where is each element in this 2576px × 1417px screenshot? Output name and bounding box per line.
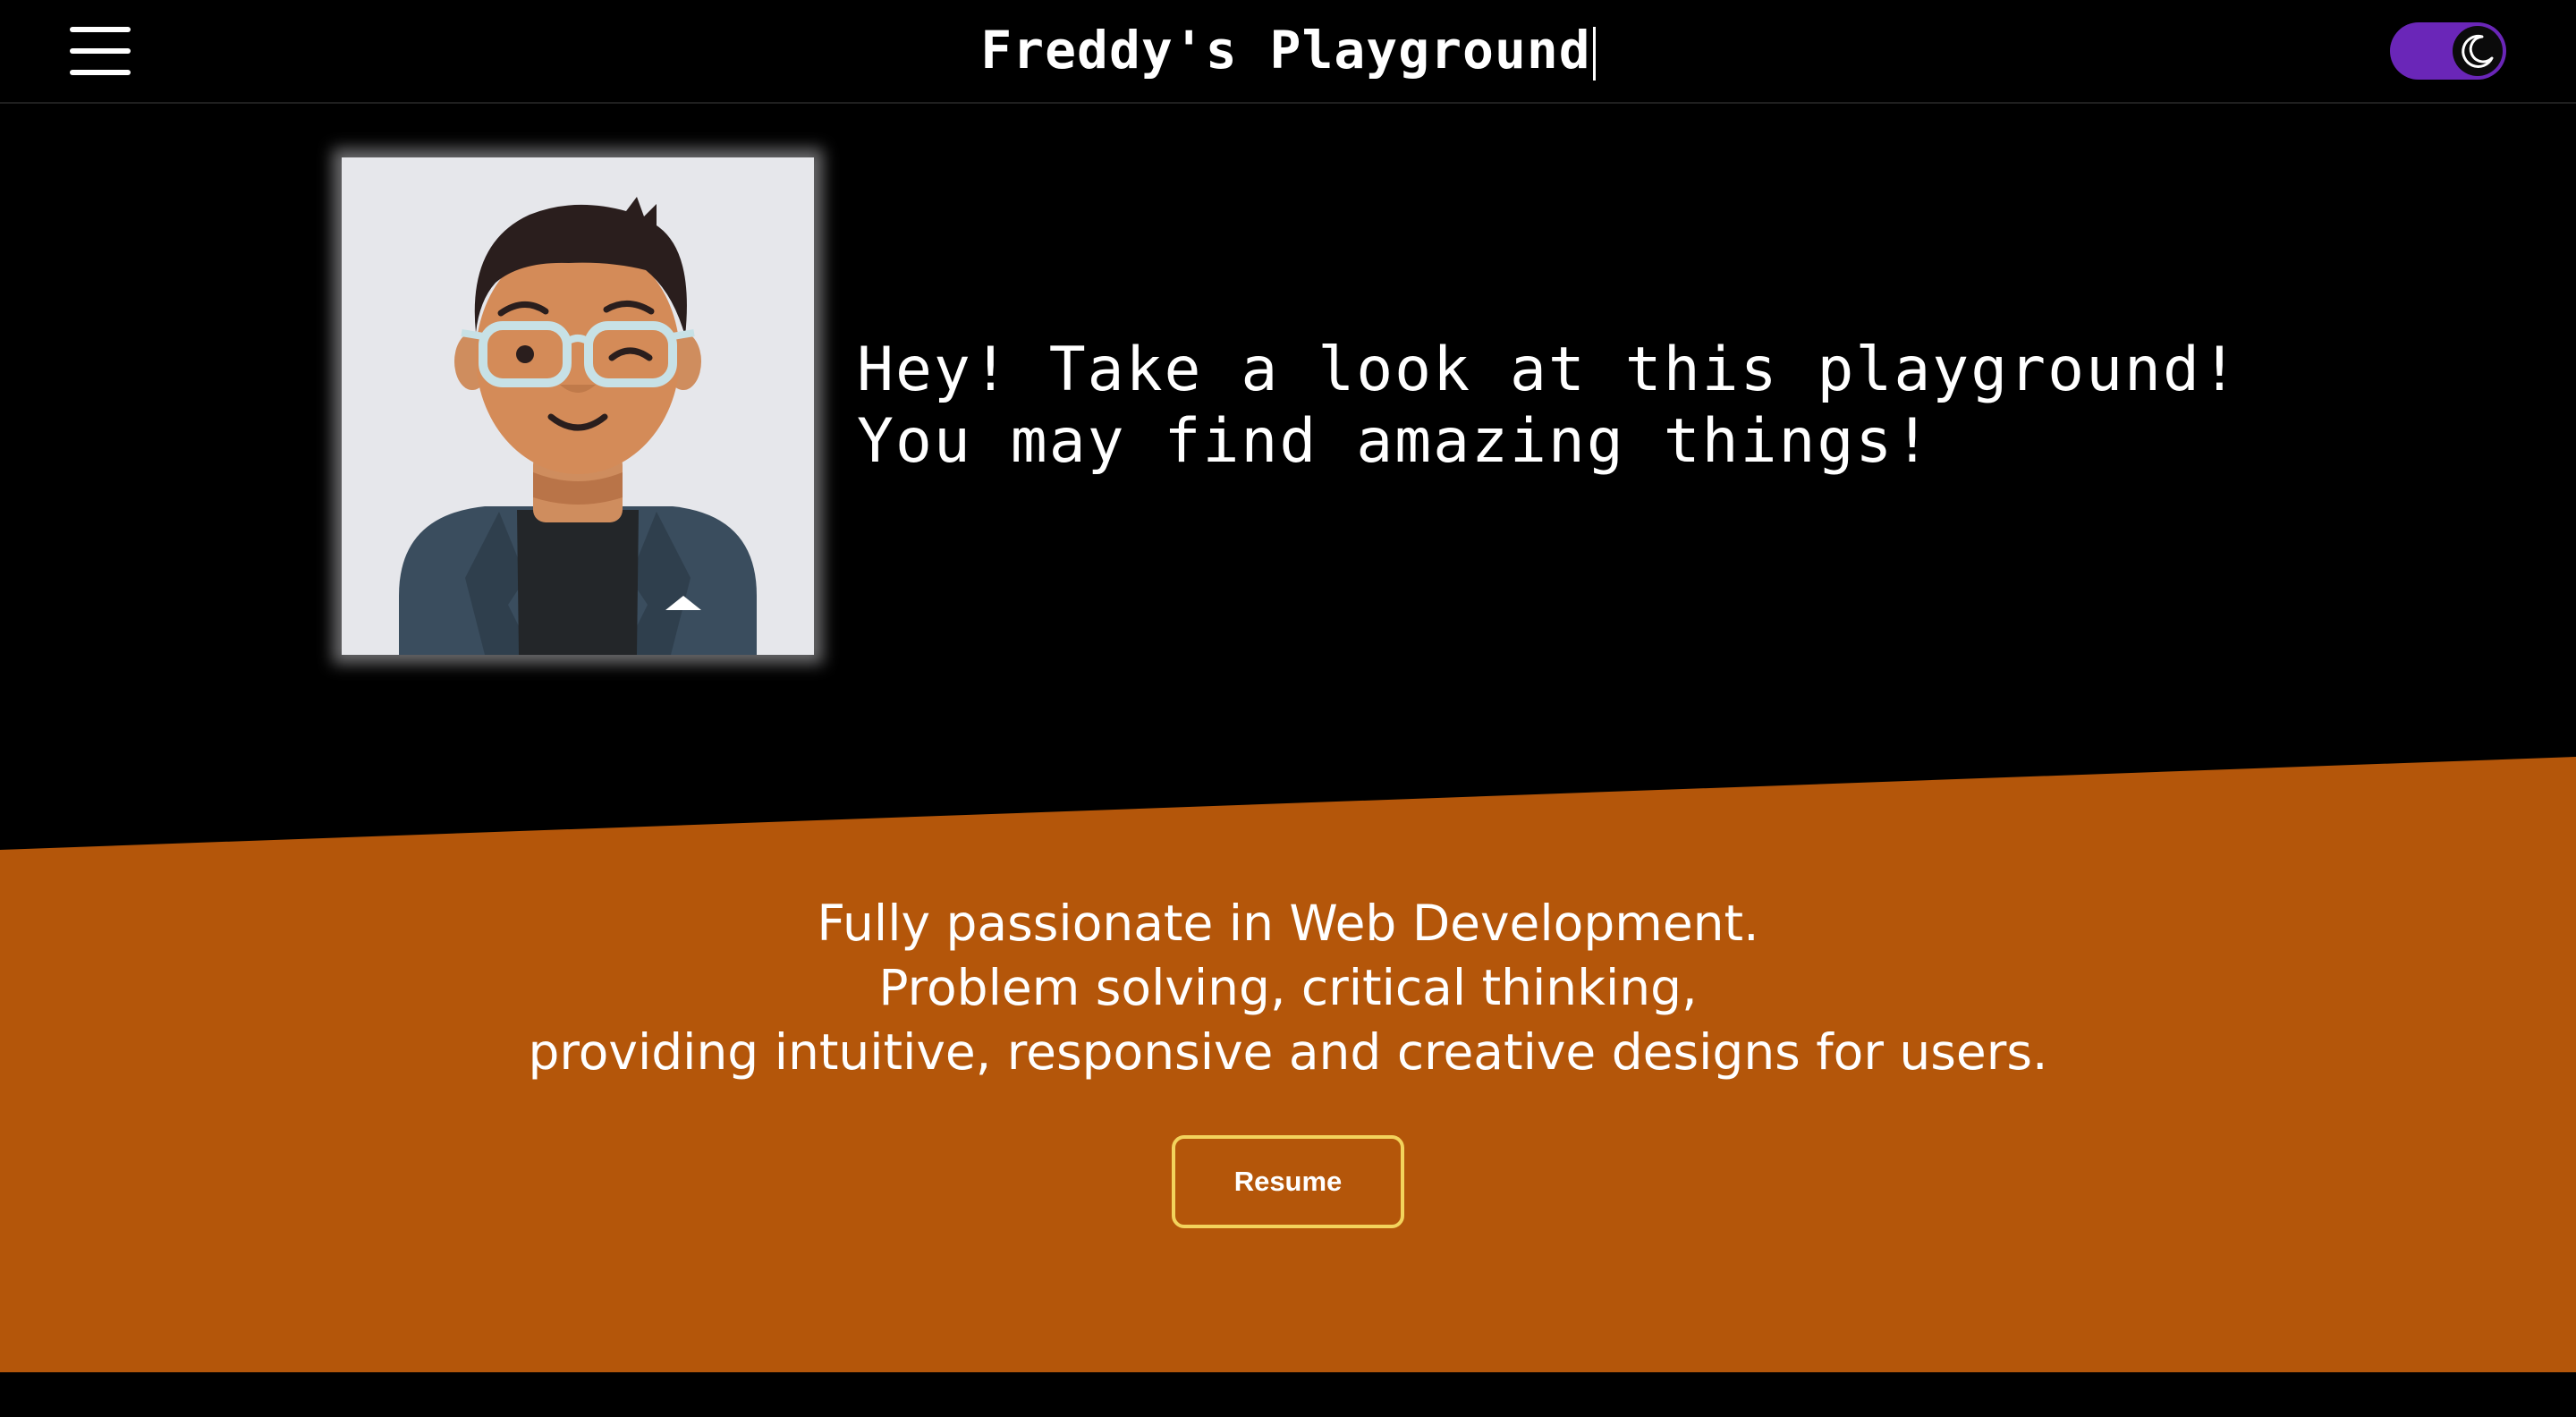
site-title: Freddy's Playground (0, 14, 2576, 86)
hero-greeting-line2: You may find amazing things! (857, 406, 1933, 477)
site-title-text: Freddy's Playground (980, 20, 1591, 81)
avatar (342, 157, 814, 655)
hero-greeting: Hey! Take a look at this playground! You… (857, 335, 2377, 478)
about-line3: providing intuitive, responsive and crea… (528, 1023, 2048, 1081)
about-line2: Problem solving, critical thinking, (878, 959, 1698, 1016)
theme-toggle[interactable] (2390, 22, 2506, 80)
typing-cursor (1592, 26, 1596, 81)
avatar-illustration (342, 157, 814, 655)
about-line1: Fully passionate in Web Development. (817, 895, 1759, 952)
resume-button[interactable]: Resume (1172, 1135, 1404, 1228)
top-navbar: Freddy's Playground (0, 0, 2576, 104)
hero-greeting-line1: Hey! Take a look at this playground! (857, 335, 2240, 405)
toggle-knob (2453, 26, 2503, 76)
page: Freddy's Playground Hey! Take a look at … (0, 0, 2576, 1417)
moon-icon (2462, 34, 2494, 68)
about-text: Fully passionate in Web Development. Pro… (0, 891, 2576, 1084)
